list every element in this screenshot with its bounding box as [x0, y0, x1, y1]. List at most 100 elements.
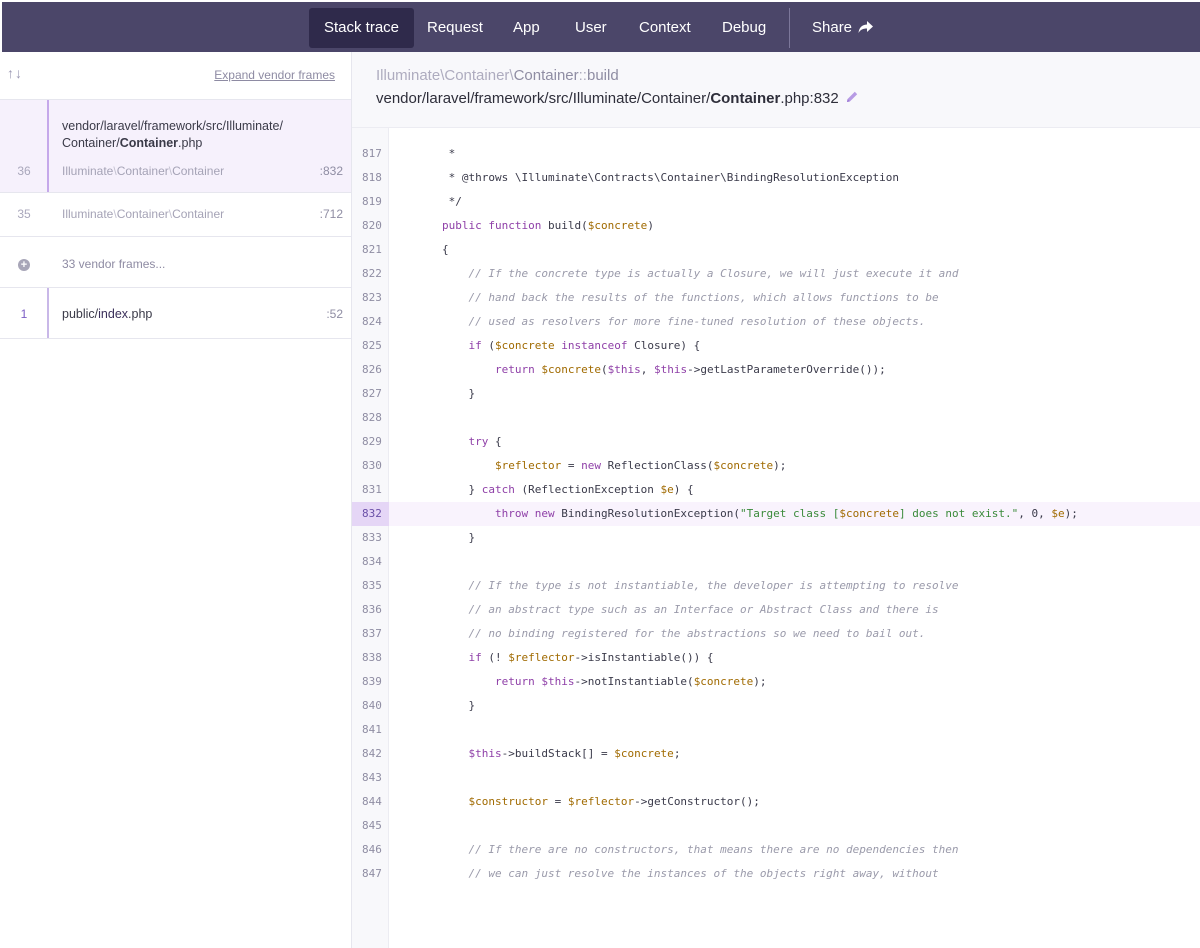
- code-text: }: [389, 531, 476, 544]
- frame-number: 35: [17, 207, 31, 221]
- line-number: 827: [362, 387, 382, 400]
- frame-path-line2-suffix: .php: [178, 136, 203, 150]
- code-line: 840 }: [352, 694, 1200, 718]
- stack-frame-selected[interactable]: vendor/laravel/framework/src/Illuminate/…: [0, 100, 351, 193]
- code-line: 839 return $this->notInstantiable($concr…: [352, 670, 1200, 694]
- code-line: 828: [352, 406, 1200, 430]
- code-text: {: [389, 243, 449, 256]
- code-text: } catch (ReflectionException $e) {: [389, 483, 694, 496]
- frame-class: Illuminate\Container\Container: [62, 164, 225, 178]
- code-line: 829 try {: [352, 430, 1200, 454]
- line-number: 831: [362, 483, 382, 496]
- code-text: */: [389, 195, 462, 208]
- code-text: // we can just resolve the instances of …: [389, 867, 939, 880]
- tab-app[interactable]: App: [498, 8, 555, 48]
- code-line: 837 // no binding registered for the abs…: [352, 622, 1200, 646]
- line-number: 836: [362, 603, 382, 616]
- line-number: 820: [362, 219, 382, 232]
- tab-debug[interactable]: Debug: [707, 8, 781, 48]
- code-text: *: [389, 147, 456, 160]
- code-line: 823 // hand back the results of the func…: [352, 286, 1200, 310]
- code-text: // used as resolvers for more fine-tuned…: [389, 315, 926, 328]
- frame-file-path: public/index.php: [62, 307, 153, 321]
- frame-file-path: vendor/laravel/framework/src/Illuminate/…: [62, 118, 283, 152]
- line-number: 841: [362, 723, 382, 736]
- frame-path-line1: vendor/laravel/framework/src/Illuminate/: [62, 119, 283, 133]
- code-line: 827 }: [352, 382, 1200, 406]
- tab-request[interactable]: Request: [412, 8, 498, 48]
- line-number: 843: [362, 771, 382, 784]
- code-text: if (! $reflector->isInstantiable()) {: [468, 651, 714, 664]
- collapsed-vendor-frames[interactable]: + 33 vendor frames...: [0, 237, 351, 288]
- code-line: 830 $reflector = new ReflectionClass($co…: [352, 454, 1200, 478]
- code-panel: Illuminate\Container\Container::build ve…: [352, 52, 1200, 948]
- code-text: // no binding registered for the abstrac…: [389, 627, 926, 640]
- code-line: 842 $this->buildStack[] = $concrete;: [352, 742, 1200, 766]
- code-text: // If the concrete type is actually a Cl…: [389, 267, 959, 280]
- line-number: 824: [362, 315, 382, 328]
- line-number: 839: [362, 675, 382, 688]
- line-number: 840: [362, 699, 382, 712]
- nav-divider: [789, 8, 790, 48]
- share-label: Share: [812, 19, 853, 36]
- share-icon: [858, 10, 874, 50]
- code-line: 824 // used as resolvers for more fine-t…: [352, 310, 1200, 334]
- code-line: 841: [352, 718, 1200, 742]
- code-line: 821 {: [352, 238, 1200, 262]
- line-number: 838: [362, 651, 382, 664]
- expand-vendor-frames-link[interactable]: Expand vendor frames: [214, 68, 335, 82]
- pencil-icon[interactable]: [845, 90, 859, 108]
- code-text: $this->buildStack[] = $concrete;: [468, 747, 681, 760]
- code-line: 834: [352, 550, 1200, 574]
- code-line: 846 // If there are no constructors, tha…: [352, 838, 1200, 862]
- vendor-frames-count: 33 vendor frames...: [62, 257, 166, 271]
- code-text: try {: [468, 435, 502, 448]
- line-number: 818: [362, 171, 382, 184]
- line-number: 828: [362, 411, 382, 424]
- code-line: 826 return $concrete($this, $this->getLa…: [352, 358, 1200, 382]
- sort-arrows-icon[interactable]: ↑↓: [7, 65, 23, 81]
- code-line: 844 $constructor = $reflector->getConstr…: [352, 790, 1200, 814]
- code-line: 835 // If the type is not instantiable, …: [352, 574, 1200, 598]
- stack-frame[interactable]: 35 Illuminate\Container\Container :712: [0, 193, 351, 237]
- line-number: 842: [362, 747, 382, 760]
- method-signature: Illuminate\Container\Container::build: [376, 67, 619, 84]
- line-number: 845: [362, 819, 382, 832]
- line-number: 833: [362, 531, 382, 544]
- file-path: vendor/laravel/framework/src/Illuminate/…: [376, 90, 859, 108]
- line-number: 844: [362, 795, 382, 808]
- code-text: }: [389, 699, 476, 712]
- code-text: }: [389, 387, 476, 400]
- code-line: 822 // If the concrete type is actually …: [352, 262, 1200, 286]
- top-nav: Stack trace Request App User Context Deb…: [0, 0, 1200, 52]
- line-number: 835: [362, 579, 382, 592]
- frame-line-number: :832: [319, 164, 343, 178]
- tab-context[interactable]: Context: [624, 8, 706, 48]
- code-line: 831 } catch (ReflectionException $e) {: [352, 478, 1200, 502]
- code-text: // If there are no constructors, that me…: [389, 843, 959, 856]
- frame-line-number: :712: [319, 207, 343, 221]
- code-line: 833 }: [352, 526, 1200, 550]
- tab-user[interactable]: User: [560, 8, 622, 48]
- code-header: Illuminate\Container\Container::build ve…: [352, 52, 1200, 128]
- share-button[interactable]: Share: [797, 8, 888, 48]
- line-number: 829: [362, 435, 382, 448]
- code-text: // an abstract type such as an Interface…: [389, 603, 939, 616]
- tab-stack-trace[interactable]: Stack trace: [309, 8, 415, 48]
- code-text: return $this->notInstantiable($concrete)…: [494, 675, 767, 688]
- code-text: // If the type is not instantiable, the …: [389, 579, 959, 592]
- code-line: 817 *: [352, 142, 1200, 166]
- line-number: 821: [362, 243, 382, 256]
- code-line: 847 // we can just resolve the instances…: [352, 862, 1200, 886]
- line-number: 830: [362, 459, 382, 472]
- line-number: 847: [362, 867, 382, 880]
- line-number: 832: [352, 502, 389, 526]
- code-line: 838 if (! $reflector->isInstantiable()) …: [352, 646, 1200, 670]
- code-text: throw new BindingResolutionException("Ta…: [494, 507, 1078, 520]
- line-number: 834: [362, 555, 382, 568]
- stack-frame-app[interactable]: 1 public/index.php :52: [0, 288, 351, 339]
- code-viewer: 817 * 818 * @throws \Illuminate\Contracts…: [352, 128, 1200, 948]
- frame-marker: [47, 100, 49, 192]
- line-number: 825: [362, 339, 382, 352]
- line-number: 823: [362, 291, 382, 304]
